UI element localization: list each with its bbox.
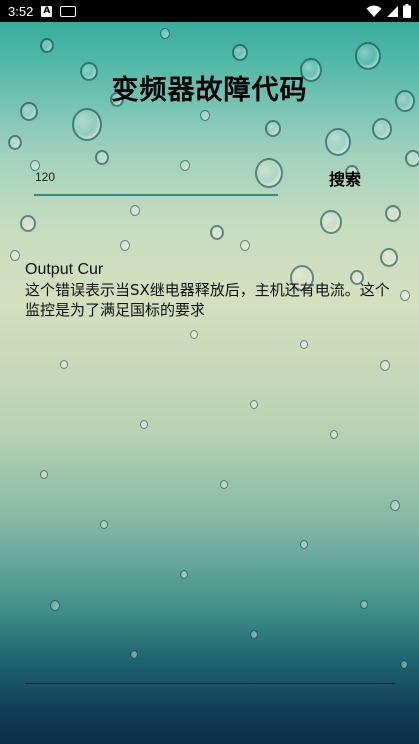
raindrop: [20, 215, 36, 232]
raindrop: [210, 225, 224, 240]
page-title: 变频器故障代码: [111, 75, 308, 106]
notification-a-icon: A: [41, 5, 53, 17]
raindrop: [240, 240, 250, 251]
raindrop: [325, 128, 351, 156]
raindrop: [355, 42, 381, 70]
raindrop: [50, 600, 60, 611]
raindrop: [180, 570, 188, 579]
raindrop: [250, 630, 258, 639]
raindrop: [160, 28, 170, 39]
raindrop: [320, 210, 342, 234]
fault-description: 这个错误表示当SX继电器释放后，主机还有电流。这个监控是为了满足国标的要求: [25, 281, 390, 319]
raindrop: [330, 430, 338, 439]
raindrop: [190, 330, 198, 339]
status-time: 3:52: [8, 3, 34, 19]
raindrop: [130, 205, 140, 216]
result-panel: Output Cur 这个错误表示当SX继电器释放后，主机还有电流。这个监控是为…: [25, 260, 390, 320]
raindrop: [95, 150, 109, 165]
keyboard-icon: [60, 5, 77, 17]
raindrop: [40, 470, 48, 479]
app-screen: 3:52 A 变频器故障代码 搜索 Output Cur 这个错误表示当SX继电…: [0, 0, 419, 744]
raindrop: [250, 400, 258, 409]
raindrop: [400, 660, 408, 669]
search-button[interactable]: 搜索: [329, 166, 361, 189]
search-row: 搜索: [34, 166, 384, 198]
raindrop: [385, 205, 401, 222]
status-bar: 3:52 A: [0, 0, 419, 22]
battery-icon: [403, 4, 411, 18]
wifi-icon: [366, 5, 382, 17]
raindrop: [60, 360, 68, 369]
raindrop: [265, 120, 281, 137]
raindrop: [72, 108, 102, 141]
signal-icon: [387, 5, 398, 17]
raindrop: [232, 44, 248, 61]
raindrop: [372, 118, 392, 140]
raindrop: [405, 150, 419, 167]
raindrop: [360, 600, 368, 609]
raindrop: [380, 360, 390, 371]
raindrop: [390, 500, 400, 511]
raindrop: [100, 520, 108, 529]
raindrop: [300, 340, 308, 349]
raindrop: [220, 480, 228, 489]
raindrop: [130, 650, 138, 659]
divider: [25, 683, 395, 684]
raindrop: [400, 290, 410, 301]
raindrop: [200, 110, 210, 121]
raindrop: [300, 540, 308, 549]
raindrop-background: [0, 0, 419, 744]
raindrop: [40, 38, 54, 53]
fault-code: Output Cur: [25, 261, 104, 278]
raindrop: [120, 240, 130, 251]
raindrop: [10, 250, 20, 261]
status-icons: [366, 4, 411, 18]
raindrop: [8, 135, 22, 150]
raindrop: [140, 420, 148, 429]
search-input[interactable]: [34, 166, 278, 196]
